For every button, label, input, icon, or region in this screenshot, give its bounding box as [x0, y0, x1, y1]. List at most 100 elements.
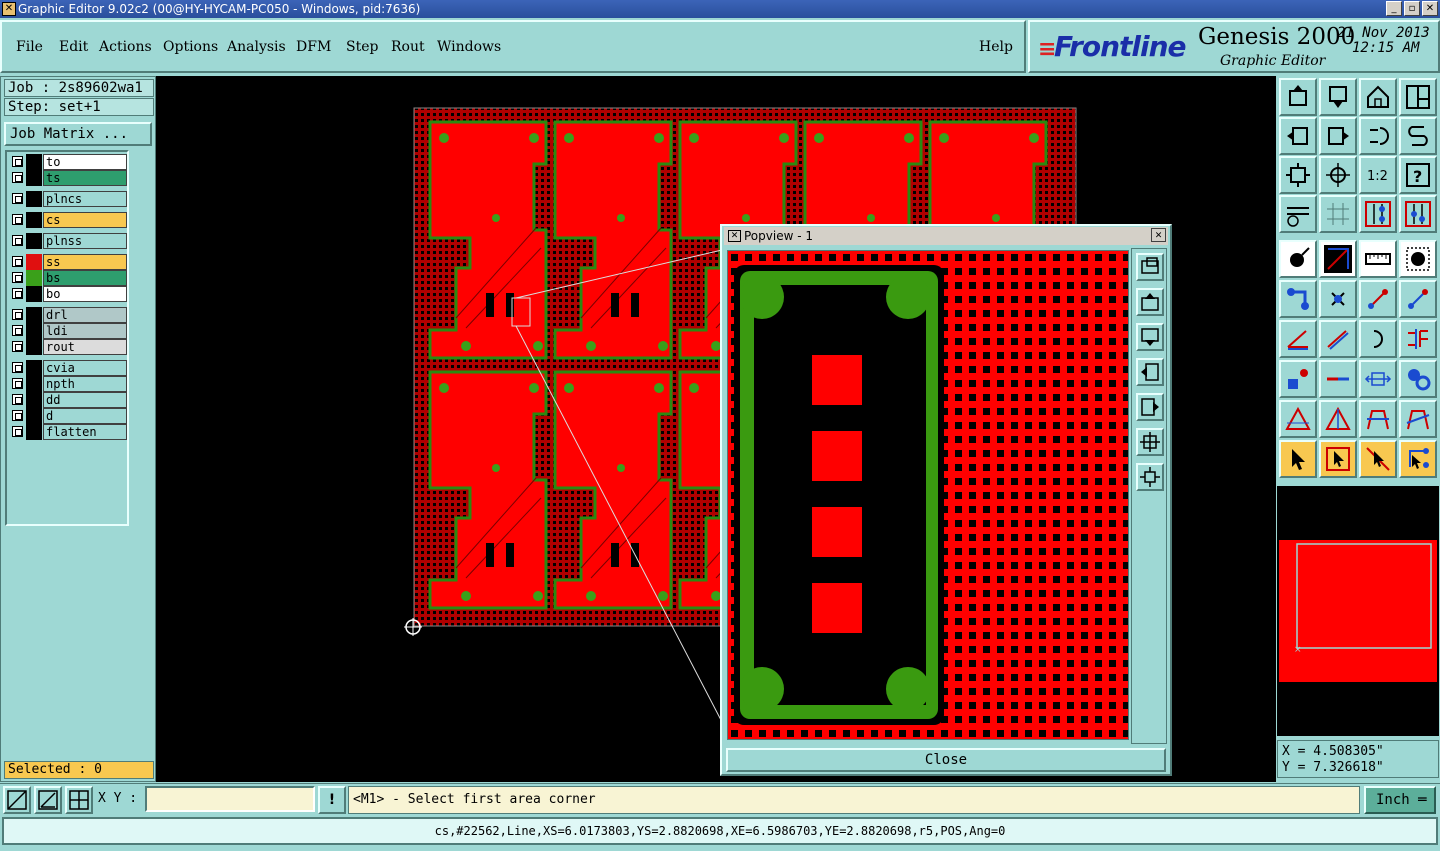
layer-color-swatch[interactable]: [26, 233, 42, 249]
angle-mode-icon[interactable]: [34, 786, 62, 814]
layer-color-swatch[interactable]: [26, 170, 42, 186]
layer-checkbox[interactable]: [12, 288, 23, 299]
layer-color-swatch[interactable]: [26, 392, 42, 408]
move-tool-icon[interactable]: [1359, 280, 1397, 318]
pads-group-tool-icon[interactable]: [1399, 360, 1437, 398]
layer-color-swatch[interactable]: [26, 212, 42, 228]
xy-input[interactable]: [145, 786, 315, 812]
layer-color-swatch[interactable]: [26, 154, 42, 170]
layer-checkbox[interactable]: [12, 193, 23, 204]
layer-name[interactable]: npth: [43, 376, 127, 392]
chamfer-tool-icon[interactable]: [1319, 400, 1357, 438]
menu-file[interactable]: File: [16, 39, 43, 55]
layer-name[interactable]: drl: [43, 307, 127, 323]
fillet-tool-icon[interactable]: [1359, 400, 1397, 438]
pan-right-tool-icon[interactable]: [1319, 117, 1357, 155]
layer-name[interactable]: dd: [43, 392, 127, 408]
layer-checkbox[interactable]: [12, 325, 23, 336]
popview-zoom-out-button[interactable]: [1136, 463, 1164, 491]
layer-row-rout[interactable]: rout: [9, 339, 127, 355]
layer-color-swatch[interactable]: [26, 376, 42, 392]
angle-tool-icon[interactable]: [1279, 320, 1317, 358]
layer-name[interactable]: cvia: [43, 360, 127, 376]
layer-checkbox[interactable]: [12, 394, 23, 405]
scale-1-2-tool-icon[interactable]: 1:2: [1359, 156, 1397, 194]
layer-row-dd[interactable]: dd: [9, 392, 127, 408]
home-view-tool-icon[interactable]: [1359, 78, 1397, 116]
layer-checkbox[interactable]: [12, 214, 23, 225]
layer-color-swatch[interactable]: [26, 270, 42, 286]
exclaim-button[interactable]: !: [318, 786, 346, 814]
layer-checkbox[interactable]: [12, 309, 23, 320]
popview-pan-down-button[interactable]: [1136, 323, 1164, 351]
menu-analysis[interactable]: Analysis: [227, 39, 286, 55]
layer-checkbox[interactable]: [12, 378, 23, 389]
layer-name[interactable]: bo: [43, 286, 127, 302]
layer-row-ldi[interactable]: ldi: [9, 323, 127, 339]
grid-tool-icon[interactable]: [1319, 195, 1357, 233]
trim-tool-icon[interactable]: [1399, 400, 1437, 438]
maximize-button[interactable]: ▫: [1404, 1, 1420, 16]
popview-close-button[interactable]: Close: [726, 748, 1166, 772]
layer-checkbox[interactable]: [12, 156, 23, 167]
menu-edit[interactable]: Edit: [59, 39, 88, 55]
layer-name[interactable]: ts: [43, 170, 127, 186]
triangle-tool-icon[interactable]: [1279, 400, 1317, 438]
layer-name[interactable]: plncs: [43, 191, 127, 207]
layer-name[interactable]: d: [43, 408, 127, 424]
layer-row-plncs[interactable]: plncs: [9, 191, 127, 207]
pan-down-tool-icon[interactable]: [1319, 78, 1357, 116]
mirror-view-tool-icon[interactable]: [1399, 117, 1437, 155]
help-tool-icon[interactable]: ?: [1399, 156, 1437, 194]
resize-tool-icon[interactable]: [1359, 360, 1397, 398]
layer-row-d[interactable]: d: [9, 408, 127, 424]
add-line-tool-icon[interactable]: [1319, 240, 1357, 278]
layer-row-bs[interactable]: bs: [9, 270, 127, 286]
pad-align-tool-icon[interactable]: [1279, 360, 1317, 398]
layer-color-swatch[interactable]: [26, 254, 42, 270]
menu-rout[interactable]: Rout: [391, 39, 425, 55]
layer-name[interactable]: cs: [43, 212, 127, 228]
layer-name[interactable]: ldi: [43, 323, 127, 339]
menu-dfm[interactable]: DFM: [296, 39, 331, 55]
rotate-view-tool-icon[interactable]: [1359, 117, 1397, 155]
layer-name[interactable]: ss: [43, 254, 127, 270]
layer-checkbox[interactable]: [12, 272, 23, 283]
popview-canvas[interactable]: [727, 250, 1129, 740]
popview-pan-left-button[interactable]: [1136, 358, 1164, 386]
layer-row-to[interactable]: to: [9, 154, 127, 170]
popview-pan-right-button[interactable]: [1136, 393, 1164, 421]
layer-checkbox[interactable]: [12, 256, 23, 267]
minimize-button[interactable]: _: [1386, 1, 1402, 16]
slope-tool-icon[interactable]: [1319, 320, 1357, 358]
arc-tool-icon[interactable]: [1359, 320, 1397, 358]
menu-help[interactable]: Help: [979, 39, 1013, 55]
layer-color-swatch[interactable]: [26, 408, 42, 424]
layer-name[interactable]: plnss: [43, 233, 127, 249]
menu-windows[interactable]: Windows: [437, 39, 501, 55]
layer-checkbox[interactable]: [12, 172, 23, 183]
menu-step[interactable]: Step: [346, 39, 378, 55]
layer-name[interactable]: to: [43, 154, 127, 170]
layer-checkbox[interactable]: [12, 410, 23, 421]
select-pointer-tool-icon[interactable]: [1279, 440, 1317, 478]
zoom-home-tool-icon[interactable]: [1279, 78, 1317, 116]
delete-tool-icon[interactable]: [1319, 280, 1357, 318]
measure-tool-icon[interactable]: [1359, 240, 1397, 278]
overview-map[interactable]: ×: [1277, 486, 1439, 736]
layer-name[interactable]: bs: [43, 270, 127, 286]
connect-tool-icon[interactable]: [1399, 195, 1437, 233]
popview-zoom-home-button[interactable]: [1136, 253, 1164, 281]
display-settings-tool-icon[interactable]: [1279, 195, 1317, 233]
job-matrix-button[interactable]: Job Matrix ...: [4, 122, 152, 146]
layer-row-ss[interactable]: ss: [9, 254, 127, 270]
popview-close-icon[interactable]: ✕: [1151, 228, 1166, 242]
layer-checkbox[interactable]: [12, 235, 23, 246]
layer-color-swatch[interactable]: [26, 424, 42, 440]
layer-name[interactable]: flatten: [43, 424, 127, 440]
select-box-tool-icon[interactable]: [1319, 440, 1357, 478]
popview-pan-up-button[interactable]: [1136, 288, 1164, 316]
close-window-button[interactable]: ✕: [1422, 1, 1438, 16]
zoom-center-tool-icon[interactable]: [1319, 156, 1357, 194]
layer-row-drl[interactable]: drl: [9, 307, 127, 323]
